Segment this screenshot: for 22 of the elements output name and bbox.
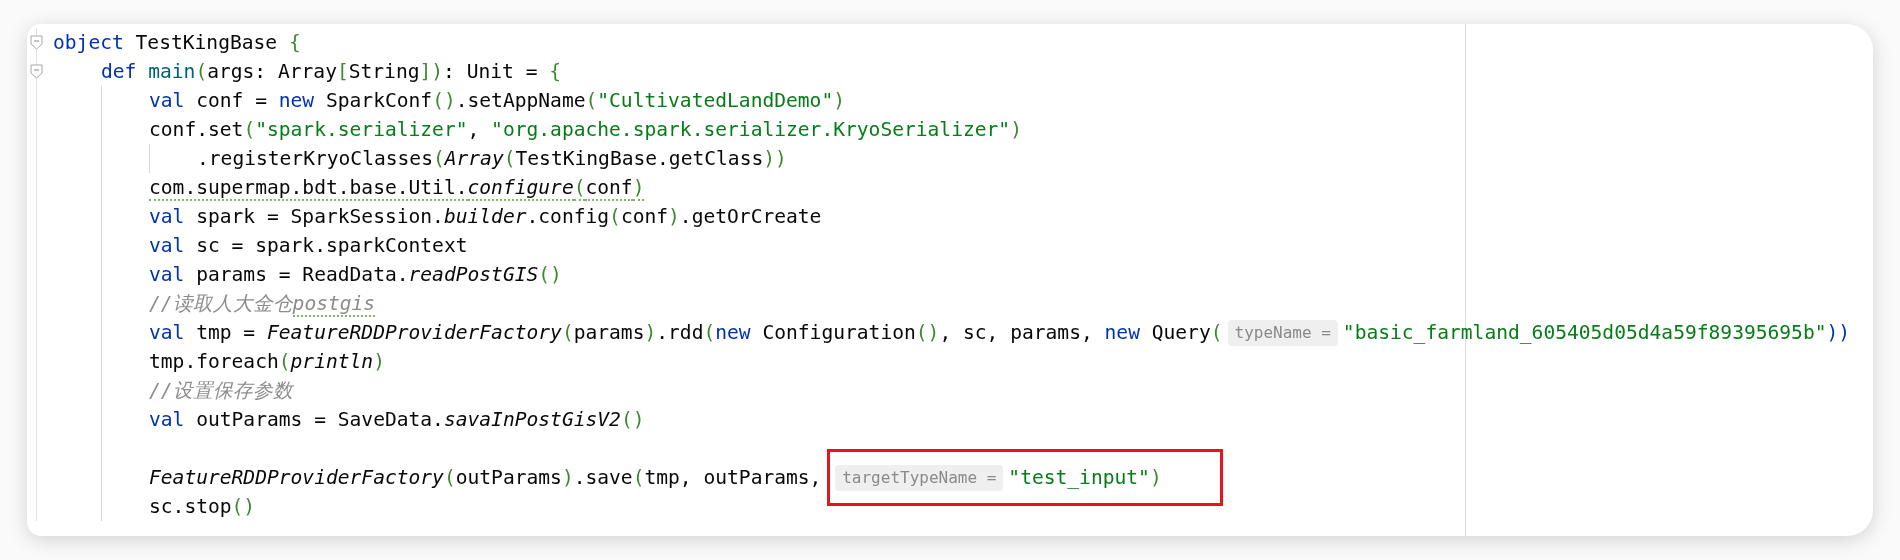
code-text: com.supermap.bdt.base.Util.configure(conf) xyxy=(149,174,645,203)
code-text: val sc = spark.sparkContext xyxy=(149,232,468,259)
code-text: def main(args: Array[String]): Unit = { xyxy=(101,58,562,85)
fold-icon[interactable] xyxy=(30,64,43,79)
code-text: object TestKingBase { xyxy=(53,29,301,56)
code-text: tmp.foreach(println) xyxy=(149,348,385,375)
code-text: val spark = SparkSession.builder.config(conf).getOrCreate xyxy=(149,203,822,230)
code-text: .registerKryoClasses(Array(TestKingBase.getClass)) xyxy=(197,145,787,172)
code-text: val outParams = SaveData.savaInPostGisV2() xyxy=(149,406,645,433)
code-text: //读取人大金仓postgis xyxy=(149,290,376,319)
code-text: sc.stop() xyxy=(149,493,256,520)
code-text: FeatureRDDProviderFactory(outParams).save(tmp, outParams, xyxy=(149,464,823,491)
code-text: "test_input") xyxy=(1008,464,1162,491)
code-text: val tmp = FeatureRDDProviderFactory(params).rdd(new Configuration(), sc, params, new Query( xyxy=(149,319,1223,346)
fold-icon[interactable] xyxy=(30,35,43,50)
code-text: val params = ReadData.readPostGIS() xyxy=(149,261,562,288)
code-text: val conf = new SparkConf().setAppName("CultivatedLandDemo") xyxy=(149,87,845,114)
code-text: conf.set("spark.serializer", "org.apache.spark.serializer.KryoSerializer") xyxy=(149,116,1022,143)
parameter-hint: typeName = xyxy=(1227,319,1338,346)
code-text: //设置保存参数 xyxy=(149,377,293,404)
parameter-hint: targetTypeName = xyxy=(835,464,1004,491)
code-text: "basic_farmland_605405d05d4a59f89395695b")) xyxy=(1342,319,1851,346)
